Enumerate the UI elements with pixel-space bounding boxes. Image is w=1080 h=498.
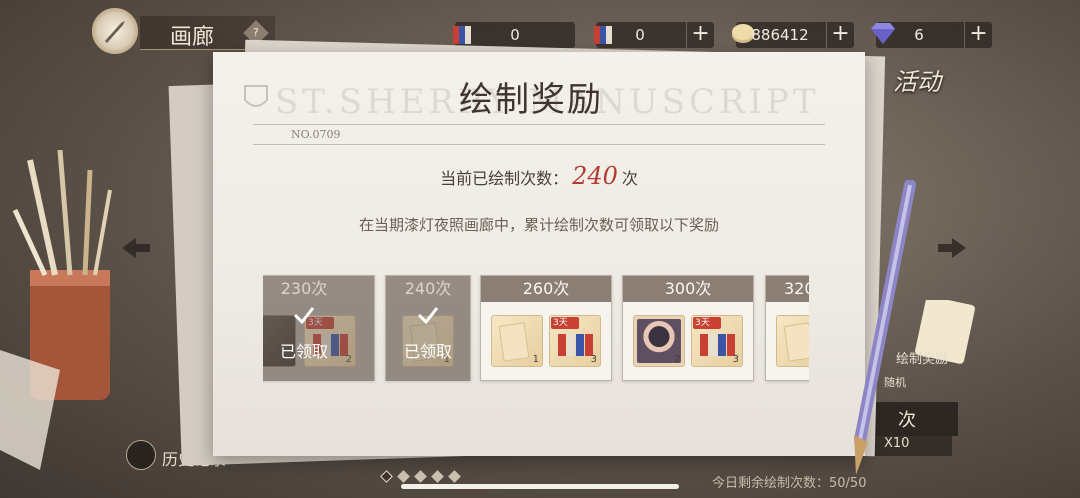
page-title: 画廊 (170, 25, 215, 50)
claimed-overlay: 已领取 (263, 302, 374, 381)
time-limit-badge: 3天 (551, 317, 579, 329)
reward-tier: 320次 (766, 276, 809, 302)
reward-item-paint[interactable]: 3天 3 (549, 315, 601, 367)
prev-arrow-icon[interactable] (122, 238, 150, 258)
drawing-sheet-icon (783, 322, 809, 362)
check-icon (293, 307, 315, 324)
claimed-label: 已领取 (279, 341, 328, 361)
fountain-pen-decoration (854, 180, 916, 475)
reward-card-body: 1 已领取 (386, 302, 470, 381)
draw-count-suffix: 次 (621, 169, 638, 188)
quill-icon (105, 21, 125, 43)
reward-item-paint[interactable]: 3天 3 (691, 315, 743, 367)
page-dot[interactable] (397, 470, 410, 483)
crest-icon (244, 85, 268, 107)
add-gem-button[interactable]: + (964, 22, 992, 48)
reward-item-count: 2 (674, 354, 681, 365)
reward-description: 在当期漆灯夜照画廊中，累计绘制次数可领取以下奖励 (358, 216, 719, 234)
reward-item-portrait[interactable]: 2 (633, 315, 685, 367)
resource-coin: 886412 + (732, 22, 854, 48)
reward-tier: 230次 (263, 276, 374, 302)
reward-list[interactable]: 230次 3天 2 已领取 240次 1 已领取 260次 1 3天 3 300… (263, 274, 809, 384)
reward-card[interactable]: 300次 2 3天 3 (622, 275, 754, 381)
reward-card[interactable]: 230次 3天 2 已领取 (263, 275, 375, 381)
reward-tier: 300次 (623, 276, 753, 302)
draw-count-row: 当前已绘制次数： 240 次 (213, 162, 865, 190)
pagination-dots (380, 470, 461, 483)
divider (253, 124, 825, 125)
back-emblem-button[interactable] (92, 8, 138, 54)
draw-count-value: 240 (572, 162, 618, 190)
reward-tier: 260次 (481, 276, 611, 302)
draw-count-prefix: 当前已绘制次数： (440, 169, 569, 188)
reward-card-body: 3天 2 已领取 (263, 302, 374, 381)
drawing-sheet-icon (498, 322, 530, 362)
page-dot[interactable] (448, 470, 461, 483)
reward-card-body: 1 3天 3 (481, 302, 611, 381)
resource-value: 6 (914, 26, 924, 44)
claimed-label: 已领取 (403, 341, 452, 361)
reward-card[interactable]: 260次 1 3天 3 (480, 275, 612, 381)
page-dot[interactable] (414, 470, 427, 483)
add-coin-button[interactable]: + (826, 22, 854, 48)
reward-card-body: 1 (766, 302, 809, 381)
page-dot[interactable] (431, 470, 444, 483)
resource-paint-tube: 0 (453, 22, 575, 48)
history-icon[interactable] (126, 440, 156, 470)
reward-item-count: 3 (590, 354, 597, 365)
reward-card[interactable]: 240次 1 已领取 (385, 275, 471, 381)
reward-item-sheet[interactable]: 1 (776, 315, 809, 367)
reward-item-count: 1 (532, 354, 539, 365)
resource-value: 886412 (751, 26, 809, 44)
add-paint-button[interactable]: + (686, 22, 714, 48)
home-indicator[interactable] (401, 484, 679, 489)
reward-card[interactable]: 320次 1 (765, 275, 809, 381)
next-arrow-icon[interactable] (938, 238, 966, 258)
resource-value: 0 (510, 26, 520, 44)
reward-item-count: 3 (732, 354, 739, 365)
check-icon (417, 307, 439, 324)
resource-value: 0 (635, 26, 645, 44)
divider (253, 144, 825, 145)
resource-paint-set: 0 + (594, 22, 714, 48)
dialog-title: 绘制奖励 (459, 80, 603, 120)
draw-reward-dialog: ST.SHERRY MANUSCRIPT 绘制奖励 NO.0709 当前已绘制次… (213, 52, 865, 456)
activity-label[interactable]: 活动 (893, 62, 941, 97)
reward-card-body: 2 3天 3 (623, 302, 753, 381)
reward-tier: 240次 (386, 276, 470, 302)
serial-number: NO.0709 (291, 128, 341, 141)
reward-item-sheet[interactable]: 1 (491, 315, 543, 367)
time-limit-badge: 3天 (693, 317, 721, 329)
claimed-overlay: 已领取 (386, 302, 470, 381)
page-dot[interactable] (380, 470, 393, 483)
resource-gem: 6 + (871, 22, 992, 48)
